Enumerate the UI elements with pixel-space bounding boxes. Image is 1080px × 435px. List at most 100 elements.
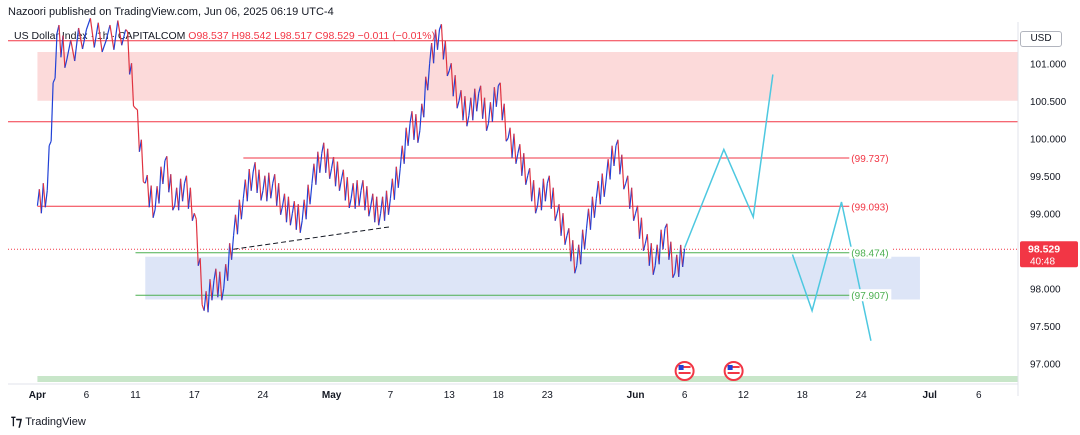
price-segment: [189, 187, 193, 221]
price-segment: [603, 179, 607, 197]
level-label-0: (99.737): [851, 154, 888, 165]
price-segment: [178, 178, 182, 211]
price-segment: [487, 102, 492, 124]
price-segment: [627, 175, 631, 209]
price-segment: [397, 168, 401, 188]
price-segment: [317, 151, 321, 173]
last-price-value: 98.529: [1028, 243, 1060, 255]
price-segment: [419, 103, 423, 131]
x-tick-label: 7: [388, 390, 394, 401]
tradingview-logo-icon: ⊺⁊: [10, 414, 22, 429]
level-label-2: (98.474): [851, 249, 888, 260]
price-segment: [338, 179, 342, 191]
price-segment: [662, 228, 666, 250]
price-segment: [617, 139, 621, 175]
price-segment: [319, 153, 323, 173]
price-segment: [415, 114, 419, 143]
price-segment: [140, 139, 144, 182]
price-segment: [250, 171, 254, 191]
trendline: [233, 226, 391, 250]
y-tick-label: 99.500: [1030, 172, 1061, 183]
price-segment: [640, 217, 645, 251]
price-segment: [136, 109, 140, 152]
price-segment: [532, 180, 537, 214]
price-segment: [542, 178, 546, 202]
price-segment: [395, 166, 399, 188]
x-tick-label: 24: [856, 390, 868, 401]
price-segment: [40, 183, 44, 214]
price-segment: [150, 185, 154, 218]
price-segment: [583, 228, 588, 250]
us-flag-canton: [678, 365, 684, 370]
price-segment: [185, 175, 190, 209]
price-segment: [552, 187, 556, 221]
us-flag-stripe: [678, 372, 691, 374]
price-segment: [548, 175, 552, 209]
price-segment: [230, 235, 235, 260]
x-tick-label: 18: [493, 390, 505, 401]
price-segment: [166, 156, 170, 193]
price-segment: [42, 183, 46, 208]
price-segment: [89, 18, 95, 48]
price-segment: [562, 213, 566, 245]
price-segment: [666, 223, 670, 260]
x-tick-label: Apr: [29, 390, 46, 401]
price-segment: [170, 174, 174, 211]
footer-brand[interactable]: ⊺⁊ TradingView: [10, 414, 86, 430]
x-tick-label: 11: [130, 390, 141, 401]
price-segment: [411, 111, 415, 140]
price-segment: [162, 160, 166, 185]
price-segment: [417, 130, 421, 143]
price-segment: [372, 193, 376, 223]
price-segment: [179, 178, 184, 202]
price-segment: [378, 213, 382, 226]
price-segment: [368, 205, 372, 217]
price-segment: [121, 29, 127, 46]
y-tick-label: 98.000: [1030, 284, 1061, 295]
x-tick-label: 6: [976, 390, 982, 401]
price-segment: [589, 196, 594, 230]
price-segment: [436, 29, 441, 50]
us-flag-event-icon: [674, 361, 695, 381]
price-segment: [503, 103, 507, 142]
price-segment: [258, 169, 262, 201]
price-segment: [509, 127, 513, 158]
price-chart[interactable]: (99.737) (99.093) (98.474) (97.907) 97.000 9…: [0, 0, 1080, 435]
price-segment: [299, 220, 303, 233]
price-segment: [544, 183, 548, 202]
price-segment: [181, 183, 186, 202]
y-tick-label: 100.500: [1030, 97, 1067, 108]
price-segment: [393, 166, 397, 200]
price-segment: [97, 22, 103, 53]
zone-0: [37, 52, 1018, 101]
x-tick-label: Jun: [627, 390, 645, 401]
price-segment: [466, 115, 470, 127]
price-segment: [354, 180, 358, 209]
price-segment: [591, 196, 595, 218]
y-tick-label: 97.500: [1030, 322, 1061, 333]
price-segment: [293, 201, 297, 230]
price-segment: [621, 154, 625, 190]
price-segment: [85, 18, 91, 30]
x-tick-label: 17: [189, 390, 201, 401]
x-tick-label: 23: [542, 390, 554, 401]
price-segment: [278, 183, 282, 215]
x-tick-label: 6: [84, 390, 90, 401]
x-tick-label: 12: [738, 390, 750, 401]
price-segment: [125, 29, 129, 33]
price-segment: [81, 29, 88, 50]
price-segment: [289, 213, 293, 226]
level-label-1: (99.093): [851, 202, 888, 213]
us-flag-stripe: [727, 372, 740, 374]
price-segment: [101, 40, 107, 53]
price-segment: [266, 172, 270, 202]
y-tick-label: 101.000: [1030, 59, 1067, 70]
price-segment: [193, 213, 197, 220]
price-segment: [601, 173, 605, 197]
price-segment: [599, 173, 603, 205]
zones-layer: [37, 52, 1018, 382]
price-segment: [309, 183, 313, 205]
price-segment: [342, 169, 346, 201]
price-segment: [399, 145, 403, 169]
price-segment: [146, 174, 150, 208]
